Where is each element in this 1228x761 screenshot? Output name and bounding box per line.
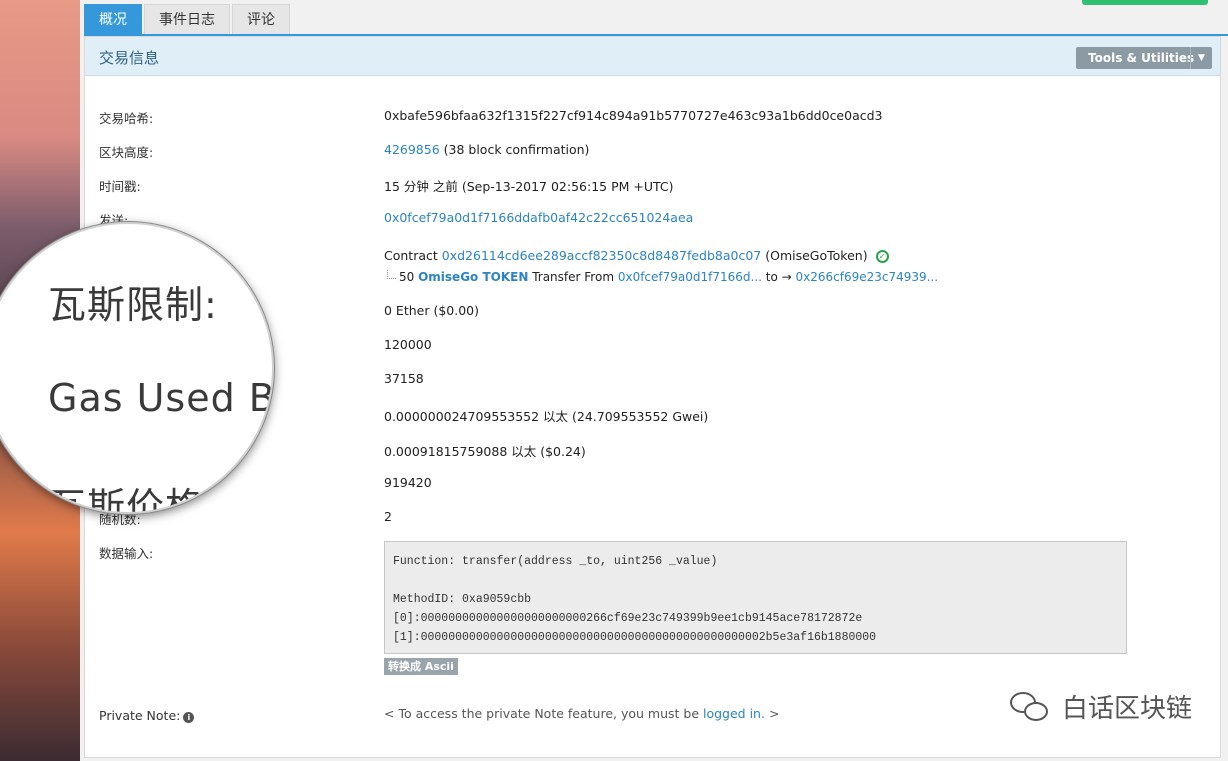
panel-header: 交易信息 Tools & Utilities ▼ <box>85 37 1220 76</box>
tools-utilities-dropdown[interactable]: Tools & Utilities ▼ <box>1076 47 1212 69</box>
contract-address-link[interactable]: 0xd26114cd6ee289accf82350c8d8487fedb8a0c… <box>442 248 762 263</box>
token-transfer-line: 50 OmiseGo TOKEN Transfer From 0x0fcef79… <box>387 270 938 284</box>
verified-check-icon: ✓ <box>875 250 889 263</box>
input-data-textarea[interactable]: Function: transfer(address _to, uint256 … <box>384 541 1127 654</box>
timestamp-label: 时间戳: <box>99 179 141 194</box>
input-data-label: 数据输入: <box>99 546 154 561</box>
cumulative-gas-value: 919420 <box>384 475 432 490</box>
gas-used-value: 37158 <box>384 371 424 386</box>
wechat-icon <box>1009 691 1050 722</box>
from-value: 0x0fcef79a0d1f7166ddafb0af42c22cc651024a… <box>384 210 693 225</box>
tree-branch-icon <box>387 270 396 279</box>
caret-down-icon: ▼ <box>1190 47 1212 69</box>
gas-price-value: 0.000000024709553552 以太 (24.709553552 Gw… <box>384 409 709 424</box>
info-icon[interactable]: i <box>183 712 195 723</box>
block-label: 区块高度: <box>99 145 154 160</box>
to-value: Contract 0xd26114cd6ee289accf82350c8d848… <box>384 248 889 263</box>
gas-limit-value: 120000 <box>384 337 432 352</box>
contract-prefix: Contract <box>384 248 442 263</box>
private-note-text: Private Note: <box>99 708 181 723</box>
tab-event-logs[interactable]: 事件日志 <box>144 4 230 35</box>
timestamp-value: 15 分钟 之前 (Sep-13-2017 02:56:15 PM +UTC) <box>384 179 674 194</box>
magnified-gas-price: 瓦斯价格 <box>48 485 205 514</box>
private-note-prefix: < To access the private Note feature, yo… <box>384 706 703 721</box>
private-note-label: Private Note: i <box>99 708 195 723</box>
magnified-gas-used: Gas Used By <box>48 376 274 420</box>
block-confirmations: (38 block confirmation) <box>439 142 590 157</box>
token-link[interactable]: OmiseGo TOKEN <box>418 270 528 284</box>
tab-overview[interactable]: 概况 <box>84 4 142 35</box>
value-amount: 0 Ether ($0.00) <box>384 303 479 318</box>
top-action-bar[interactable] <box>1082 0 1208 5</box>
private-note-suffix: > <box>764 706 780 721</box>
txhash-value: 0xbafe596bfaa632f1315f227cf914c894a91b57… <box>384 108 883 123</box>
transfer-from-link[interactable]: 0x0fcef79a0d1f7166d... <box>618 270 762 284</box>
magnified-gas-limit: 瓦斯限制: <box>48 283 218 327</box>
nonce-value: 2 <box>384 509 392 524</box>
watermark-text: 白话区块链 <box>1061 694 1192 724</box>
watermark: 白话区块链 <box>1009 688 1192 725</box>
panel-title: 交易信息 <box>99 49 160 67</box>
tab-comments[interactable]: 评论 <box>232 4 290 35</box>
contract-name: (OmiseGoToken) <box>761 248 868 263</box>
actual-fee-value: 0.00091815759088 以太 ($0.24) <box>384 444 586 459</box>
private-note-value: < To access the private Note feature, yo… <box>384 706 779 721</box>
tab-bar: 概况 事件日志 评论 <box>84 4 292 35</box>
transfer-amount: 50 <box>399 270 419 284</box>
block-link[interactable]: 4269856 <box>384 142 440 157</box>
from-address-link[interactable]: 0x0fcef79a0d1f7166ddafb0af42c22cc651024a… <box>384 210 693 225</box>
login-link[interactable]: logged in. <box>703 706 765 721</box>
txhash-label: 交易哈希: <box>99 111 154 126</box>
transfer-to-link[interactable]: 0x266cf69e23c74939... <box>796 270 939 284</box>
transfer-arrow: to → <box>761 270 796 284</box>
transfer-text: Transfer From <box>528 270 618 284</box>
block-value: 4269856 (38 block confirmation) <box>384 142 589 157</box>
tools-label: Tools & Utilities <box>1088 51 1195 65</box>
convert-ascii-button[interactable]: 转换成 Ascii <box>384 658 458 675</box>
